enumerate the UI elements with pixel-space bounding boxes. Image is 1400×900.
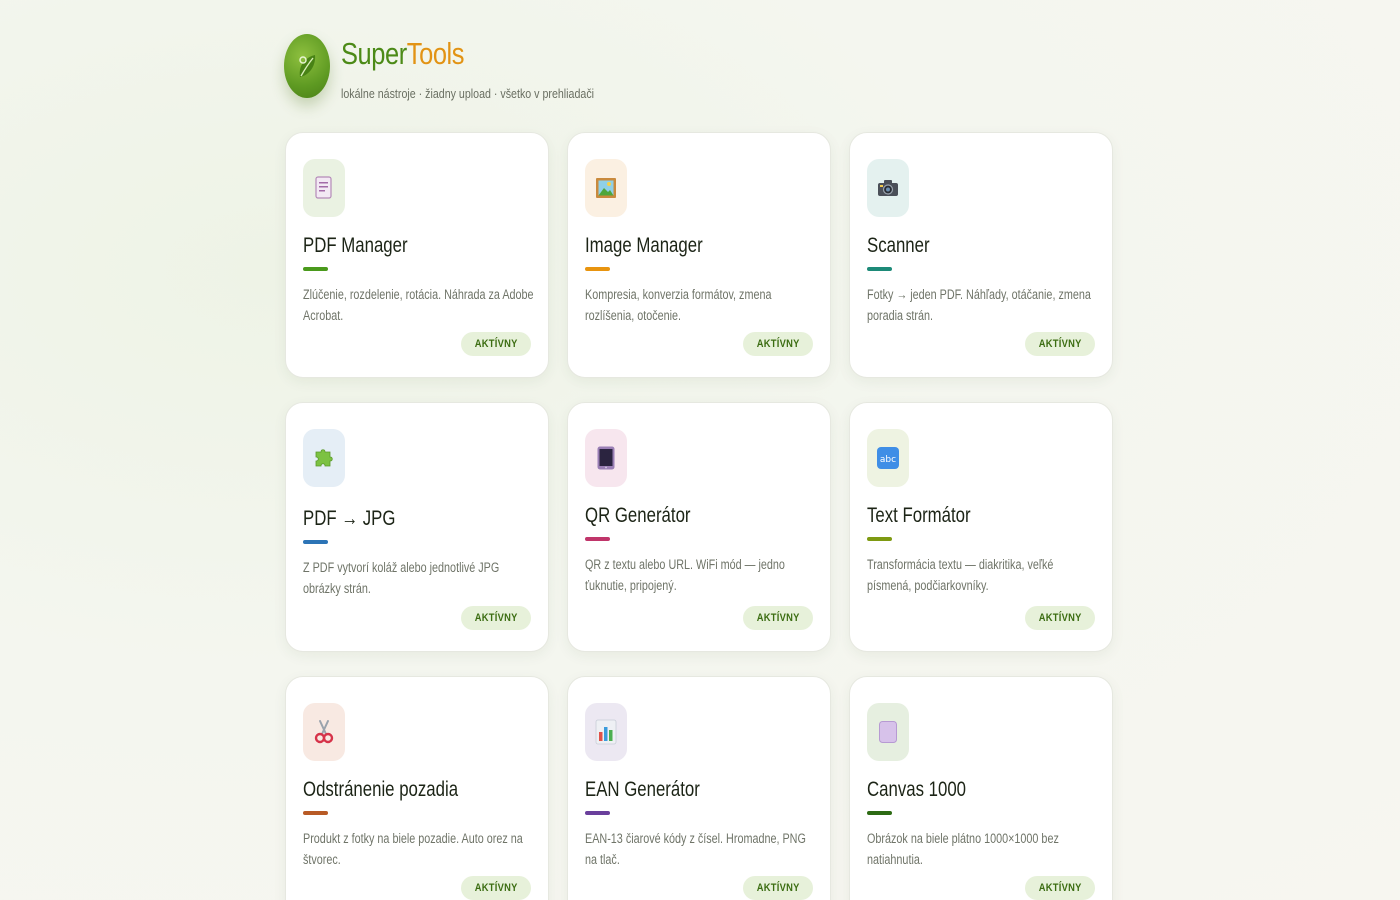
app-logo[interactable]: [284, 34, 330, 98]
tool-title: Canvas 1000: [867, 778, 967, 801]
tool-accent-bar: [585, 267, 610, 271]
tool-accent-bar: [303, 267, 328, 271]
tool-icon-box: [303, 429, 345, 487]
tool-card-ean-generator[interactable]: EAN Generátor EAN-13 čiarové kódy z čísel…: [567, 676, 831, 900]
tool-icon-box: [585, 429, 627, 487]
tool-title: Scanner: [867, 234, 930, 257]
tool-icon-box: [303, 159, 345, 217]
framed-picture-icon: [595, 175, 617, 201]
leaf-icon: [299, 55, 316, 77]
tool-icon-box: [585, 703, 627, 761]
tool-description: Produkt z fotky na biele pozadie. Auto o…: [303, 831, 523, 867]
tool-description: Obrázok na biele plátno 1000×1000 bez na…: [867, 831, 1059, 867]
app-title-tools: Tools: [406, 36, 465, 71]
status-badge: AKTÍVNY: [742, 606, 813, 630]
svg-text:abc: abc: [880, 455, 896, 465]
tool-card-pdf-jpg[interactable]: PDF → JPG Z PDF vytvorí koláž alebo jedno…: [285, 402, 549, 652]
bar-chart-icon: [595, 719, 617, 745]
tool-accent-bar: [867, 811, 892, 815]
tool-card-qr-generator[interactable]: QR Generátor QR z textu alebo URL. WiFi m…: [567, 402, 831, 652]
tool-accent-bar: [585, 537, 610, 541]
tool-description: Fotky → jeden PDF. Náhľady, otáčanie, zm…: [867, 287, 1091, 323]
tool-description: EAN-13 čiarové kódy z čísel. Hromadne, P…: [585, 831, 806, 867]
status-badge: AKTÍVNY: [742, 332, 813, 356]
status-badge-label: AKTÍVNY: [1038, 338, 1082, 350]
tool-card-odstranenie-pozadia[interactable]: Odstránenie pozadia Produkt z fotky na bi…: [285, 676, 549, 900]
tool-title: Image Manager: [585, 234, 703, 257]
status-badge-label: AKTÍVNY: [474, 338, 518, 350]
tool-accent-bar: [867, 267, 892, 271]
status-badge-label: AKTÍVNY: [474, 882, 518, 894]
status-badge: AKTÍVNY: [460, 606, 531, 630]
tool-card-scanner[interactable]: Scanner Fotky → jeden PDF. Náhľady, otáča…: [849, 132, 1113, 378]
brand: SuperTools lokálne nástroje · žiadny upl…: [341, 36, 650, 101]
tool-icon-box: [867, 159, 909, 217]
tool-accent-bar: [585, 811, 610, 815]
app-title: SuperTools: [341, 36, 464, 72]
tool-description: Kompresia, konverzia formátov, zmena roz…: [585, 287, 772, 323]
status-badge-label: AKTÍVNY: [756, 882, 800, 894]
status-badge: AKTÍVNY: [1024, 876, 1095, 900]
status-badge-label: AKTÍVNY: [1038, 612, 1082, 624]
tool-title: PDF Manager: [303, 234, 408, 257]
tool-icon-box: [303, 703, 345, 761]
tool-icon-box: abc: [867, 429, 909, 487]
tool-title: Text Formátor: [867, 504, 971, 527]
tool-description: Transformácia textu — diakritika, veľké …: [867, 557, 1054, 593]
puzzle-icon: [313, 446, 335, 470]
tool-title: EAN Generátor: [585, 778, 700, 801]
tool-description: Z PDF vytvorí koláž alebo jednotlivé JPG…: [303, 560, 500, 596]
status-badge-label: AKTÍVNY: [474, 612, 518, 624]
scissors-icon: [313, 719, 335, 745]
tool-card-image-manager[interactable]: Image Manager Kompresia, konverzia formát…: [567, 132, 831, 378]
tool-card-text-formator[interactable]: abc Text Formátor Transformácia textu — di…: [849, 402, 1113, 652]
app-subtitle: lokálne nástroje · žiadny upload · všetk…: [341, 86, 595, 101]
status-badge: AKTÍVNY: [742, 876, 813, 900]
status-badge-label: AKTÍVNY: [756, 338, 800, 350]
document-icon: [314, 175, 334, 201]
tool-description: QR z textu alebo URL. WiFi mód — jedno ť…: [585, 557, 785, 593]
tool-title: PDF → JPG: [303, 507, 396, 530]
status-badge: AKTÍVNY: [460, 332, 531, 356]
tool-card-canvas-1000[interactable]: Canvas 1000 Obrázok na biele plátno 1000×…: [849, 676, 1113, 900]
tool-accent-bar: [303, 811, 328, 815]
camera-icon: [877, 178, 899, 198]
app-header: SuperTools lokálne nástroje · žiadny upl…: [284, 34, 650, 101]
tool-title: Odstránenie pozadia: [303, 778, 459, 801]
tool-card-pdf-manager[interactable]: PDF Manager Zlúčenie, rozdelenie, rotácia…: [285, 132, 549, 378]
tool-title: QR Generátor: [585, 504, 691, 527]
status-badge-label: AKTÍVNY: [1038, 882, 1082, 894]
status-badge: AKTÍVNY: [460, 876, 531, 900]
tool-description: Zlúčenie, rozdelenie, rotácia. Náhrada z…: [303, 287, 534, 323]
tool-accent-bar: [867, 537, 892, 541]
abc-icon: abc: [876, 446, 900, 470]
tool-grid: PDF Manager Zlúčenie, rozdelenie, rotácia…: [285, 132, 1113, 900]
status-badge: AKTÍVNY: [1024, 606, 1095, 630]
status-badge: AKTÍVNY: [1024, 332, 1095, 356]
tool-icon-box: [585, 159, 627, 217]
canvas-icon: [878, 720, 898, 744]
tablet-icon: [596, 445, 616, 471]
status-badge-label: AKTÍVNY: [756, 612, 800, 624]
app-title-super: Super: [341, 36, 407, 71]
tool-icon-box: [867, 703, 909, 761]
tool-accent-bar: [303, 540, 328, 544]
